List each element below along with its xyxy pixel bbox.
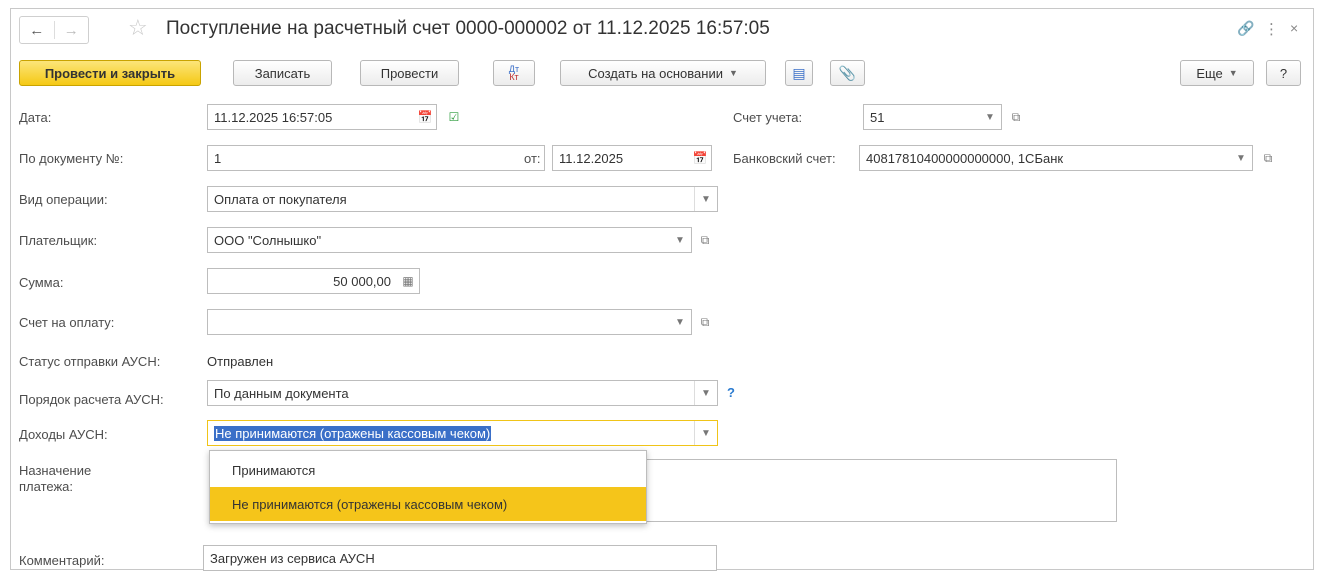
arrow-left-icon[interactable]: ← [20,17,54,43]
invoice-field[interactable]: ▼ [207,309,692,335]
open-icon[interactable]: ⧉ [697,314,713,330]
create-based-on-button[interactable]: Создать на основании ▼ [560,60,766,86]
bank-account-value: 40817810400000000000, 1СБанк [866,150,1064,166]
calendar-icon[interactable]: 📅 [414,105,436,129]
comment-label: Комментарий: [19,553,105,568]
chevron-down-icon[interactable]: ▼ [694,187,717,211]
ausn-income-field[interactable]: Не принимаются (отражены кассовым чеком)… [207,420,718,446]
dropdown-option-selected[interactable]: Не принимаются (отражены кассовым чеком) [210,487,646,521]
doc-number-label: По документу №: [19,151,124,166]
dropdown-option[interactable]: Принимаются [210,453,646,487]
operation-label: Вид операции: [19,192,108,207]
navigation-buttons: ← → [19,16,89,44]
open-icon[interactable]: ⧉ [1008,109,1024,125]
chevron-down-icon: ▼ [1228,68,1238,78]
save-button[interactable]: Записать [233,60,332,86]
ausn-income-value: Не принимаются (отражены кассовым чеком) [208,425,694,441]
chevron-down-icon[interactable]: ▼ [1230,146,1252,170]
doc-number-value: 1 [214,150,222,166]
ausn-income-dropdown: Принимаются Не принимаются (отражены кас… [209,450,647,524]
ausn-income-label: Доходы АУСН: [19,427,108,442]
chevron-down-icon[interactable]: ▼ [694,381,717,405]
payer-field[interactable]: ООО "Солнышко" ▼ [207,227,692,253]
post-and-close-button[interactable]: Провести и закрыть [19,60,201,86]
dt-kt-button[interactable]: Дт Кт [493,60,535,86]
ausn-status-value: Отправлен [207,354,274,369]
payer-label: Плательщик: [19,233,98,248]
chevron-down-icon: ▼ [728,68,738,78]
open-icon[interactable]: ⧉ [1260,150,1276,166]
account-value: 51 [870,109,885,125]
amount-label: Сумма: [19,275,64,290]
arrow-right-icon[interactable]: → [54,17,88,43]
invoice-label: Счет на оплату: [19,315,115,330]
ausn-calc-field[interactable]: По данным документа ▼ [207,380,718,406]
more-label: Еще [1196,65,1223,81]
comment-field[interactable]: Загружен из сервиса АУСН [203,545,717,571]
chevron-down-icon[interactable]: ▼ [669,310,691,334]
operation-field[interactable]: Оплата от покупателя ▼ [207,186,718,212]
comment-value: Загружен из сервиса АУСН [210,550,375,566]
purpose-label-line2: платежа: [19,479,73,494]
chevron-down-icon[interactable]: ▼ [694,421,717,445]
bank-account-field[interactable]: 40817810400000000000, 1СБанк ▼ [859,145,1253,171]
close-icon[interactable]: × [1290,20,1298,36]
ausn-calc-value: По данным документа [214,385,349,401]
ausn-income-selected-text: Не принимаются (отражены кассовым чеком) [214,425,492,441]
create-based-on-label: Создать на основании [588,65,723,81]
account-field[interactable]: 51 ▼ [863,104,1002,130]
purpose-label-line1: Назначение [19,463,92,478]
link-icon[interactable]: 🔗 [1237,20,1254,37]
post-button[interactable]: Провести [360,60,459,86]
ausn-status-label: Статус отправки АУСН: [19,354,161,369]
amount-value: 50 000,00 [333,273,391,289]
help-button[interactable]: ? [1266,60,1301,86]
structure-icon[interactable]: ▤ [785,60,813,86]
bank-account-label: Банковский счет: [733,151,836,166]
page-title: Поступление на расчетный счет 0000-00000… [166,18,770,39]
chevron-down-icon[interactable]: ▼ [979,105,1001,129]
help-icon[interactable]: ? [727,385,735,400]
attachment-icon[interactable]: 📎 [830,60,865,86]
more-vertical-icon[interactable]: ⋮ [1264,20,1279,38]
register-check-icon[interactable]: ☑ [446,109,462,125]
chevron-down-icon[interactable]: ▼ [669,228,691,252]
kt-label: Кт [509,72,519,82]
open-icon[interactable]: ⧉ [697,232,713,248]
date-label: Дата: [19,110,52,125]
more-button[interactable]: Еще ▼ [1180,60,1254,86]
doc-date-value: 11.12.2025 [559,150,624,166]
purpose-textarea[interactable] [645,459,1117,522]
star-icon[interactable]: ☆ [128,15,148,41]
doc-date-field[interactable]: 11.12.2025 📅 [552,145,712,171]
doc-number-field[interactable]: 1 [207,145,545,171]
payer-value: ООО "Солнышко" [214,232,322,248]
date-field[interactable]: 11.12.2025 16:57:05 📅 [207,104,437,130]
doc-date-label: от: [524,151,541,166]
amount-field[interactable]: 50 000,00 ▦ [207,268,420,294]
operation-value: Оплата от покупателя [214,191,347,207]
calculator-icon[interactable]: ▦ [397,269,419,293]
date-value: 11.12.2025 16:57:05 [214,109,333,125]
account-label: Счет учета: [733,110,803,125]
calendar-icon[interactable]: 📅 [689,146,711,170]
ausn-calc-label: Порядок расчета АУСН: [19,392,164,407]
